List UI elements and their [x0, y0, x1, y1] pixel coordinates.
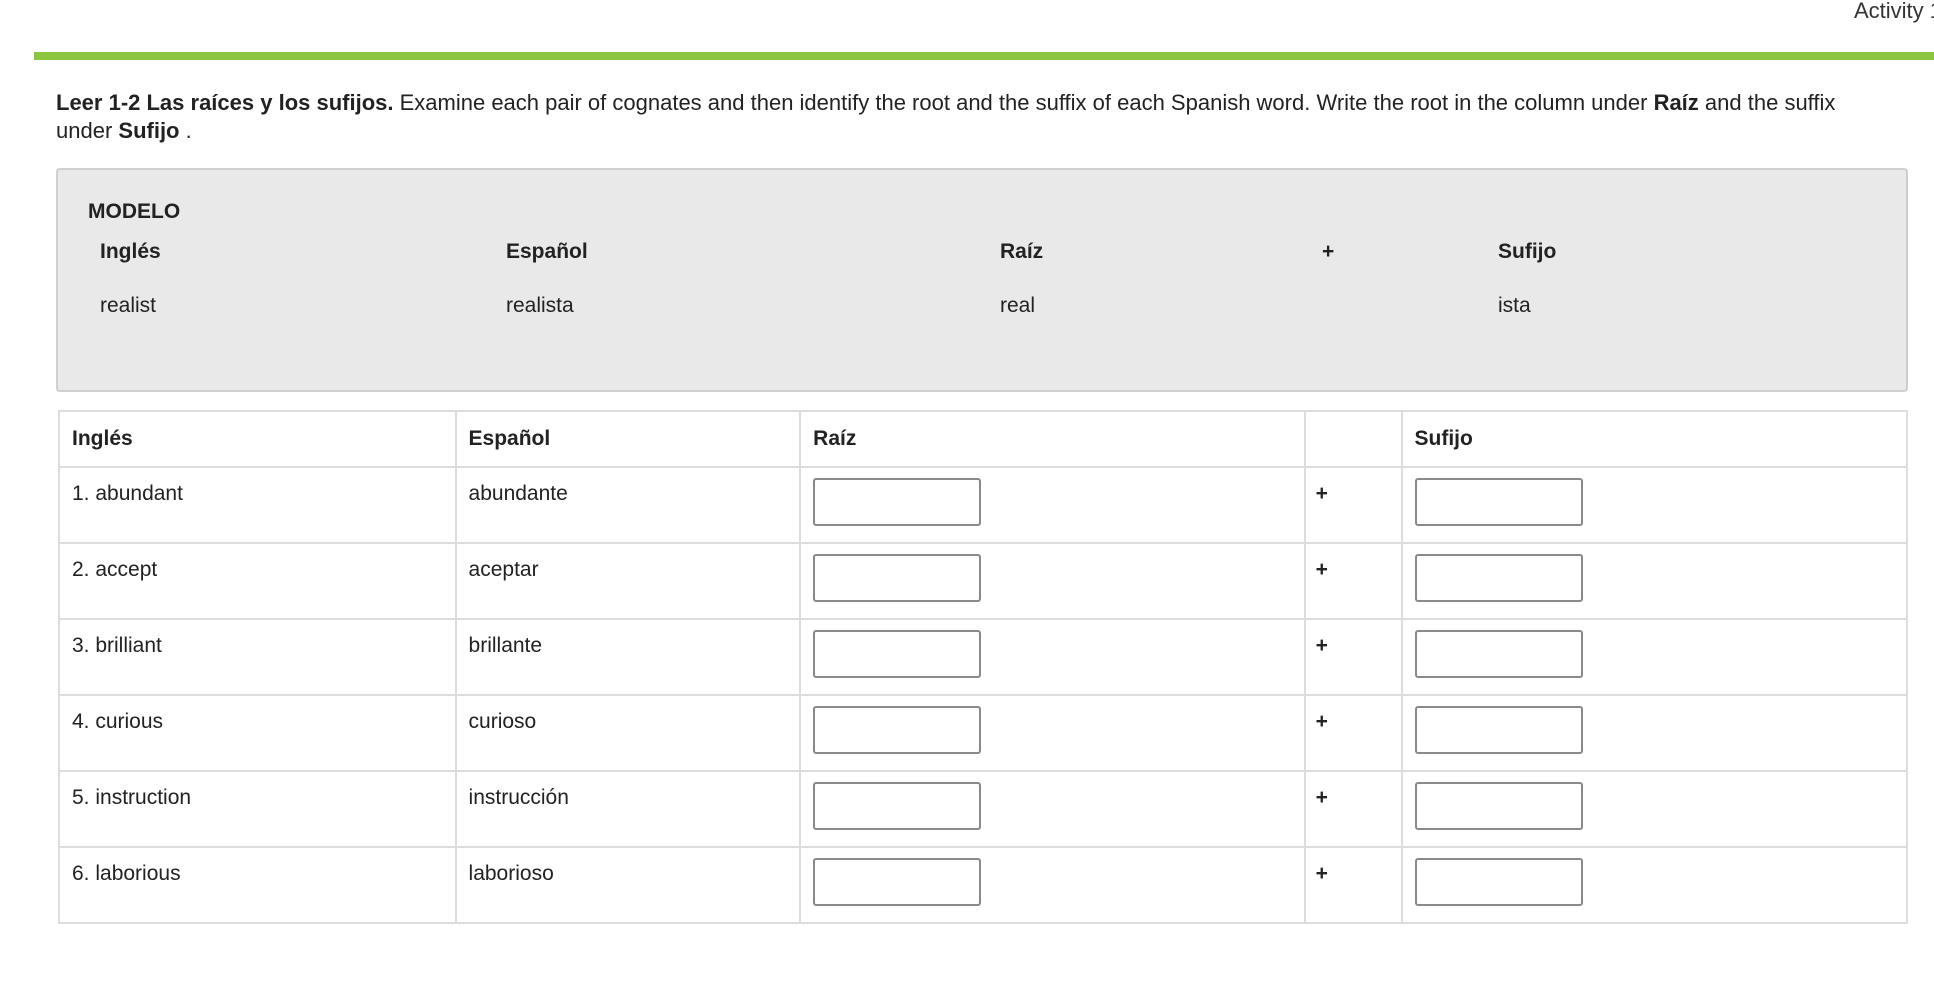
modelo-example-raiz: real: [1000, 294, 1036, 317]
cell-espanol: abundante: [454, 466, 802, 544]
modelo-header-plus: +: [1322, 240, 1335, 263]
cell-sufijo: [1400, 770, 1909, 848]
cell-raiz: [799, 542, 1306, 620]
modelo-panel: MODELO Inglés Español Raíz + Sufijo real…: [56, 168, 1908, 392]
cell-sufijo: [1400, 542, 1909, 620]
plus-sign: +: [1303, 694, 1403, 772]
sufijo-input[interactable]: [1414, 478, 1583, 526]
table-row: 4. curious curioso +: [58, 694, 1909, 772]
table-row: 1. abundant abundante +: [58, 466, 1909, 544]
plus-sign: +: [1303, 846, 1403, 924]
cell-espanol: laborioso: [454, 846, 802, 924]
modelo-header-espanol: Español: [506, 240, 588, 263]
instructions: Leer 1-2 Las raíces y los sufijos. Exami…: [56, 89, 1896, 145]
sufijo-input[interactable]: [1414, 630, 1583, 678]
sufijo-input[interactable]: [1414, 706, 1583, 754]
sufijo-input[interactable]: [1414, 782, 1583, 830]
modelo-example-ingles: realist: [100, 294, 157, 317]
cell-sufijo: [1400, 466, 1909, 544]
raiz-input[interactable]: [813, 782, 982, 830]
table-row: 3. brilliant brillante +: [58, 618, 1909, 696]
modelo-header-ingles: Inglés: [100, 240, 161, 263]
cell-ingles: 2. accept: [58, 542, 457, 620]
raiz-input[interactable]: [813, 858, 982, 906]
modelo-header-sufijo: Sufijo: [1498, 240, 1557, 263]
cell-raiz: [799, 846, 1306, 924]
cell-espanol: brillante: [454, 618, 802, 696]
plus-sign: +: [1303, 542, 1403, 620]
cell-espanol: curioso: [454, 694, 802, 772]
cell-ingles: 1. abundant: [58, 466, 457, 544]
cell-ingles: 5. instruction: [58, 770, 457, 848]
table-row: 6. laborious laborioso +: [58, 846, 1909, 924]
sufijo-input[interactable]: [1414, 554, 1583, 602]
instructions-sufijo: Sufijo: [118, 118, 180, 143]
column-header-sufijo: Sufijo: [1400, 410, 1909, 468]
plus-sign: +: [1303, 770, 1403, 848]
cell-espanol: instrucción: [454, 770, 802, 848]
cell-raiz: [799, 466, 1306, 544]
cell-raiz: [799, 770, 1306, 848]
column-header-espanol: Español: [454, 410, 802, 468]
plus-sign: +: [1303, 466, 1403, 544]
cognates-table: Inglés Español Raíz Sufijo 1. abundant a…: [58, 410, 1909, 924]
modelo-title: MODELO: [88, 200, 181, 223]
instructions-text-1: Examine each pair of cognates and then i…: [393, 90, 1654, 115]
instructions-raiz: Raíz: [1653, 90, 1699, 115]
column-header-blank: [1303, 410, 1403, 468]
instructions-title: Leer 1-2 Las raíces y los sufijos.: [56, 90, 394, 115]
cell-sufijo: [1400, 846, 1909, 924]
column-header-raiz: Raíz: [799, 410, 1306, 468]
cell-raiz: [799, 694, 1306, 772]
instructions-text-3: .: [179, 118, 192, 143]
raiz-input[interactable]: [813, 478, 982, 526]
column-header-ingles: Inglés: [58, 410, 457, 468]
plus-sign: +: [1303, 618, 1403, 696]
sufijo-input[interactable]: [1414, 858, 1583, 906]
raiz-input[interactable]: [813, 706, 982, 754]
cell-sufijo: [1400, 694, 1909, 772]
cell-ingles: 3. brilliant: [58, 618, 457, 696]
modelo-header-raiz: Raíz: [1000, 240, 1044, 263]
cell-sufijo: [1400, 618, 1909, 696]
modelo-example-sufijo: ista: [1498, 294, 1531, 317]
activity-label: Activity 1: [1854, 0, 1934, 23]
cell-raiz: [799, 618, 1306, 696]
cell-ingles: 4. curious: [58, 694, 457, 772]
raiz-input[interactable]: [813, 630, 982, 678]
table-row: 5. instruction instrucción +: [58, 770, 1909, 848]
table-row: 2. accept aceptar +: [58, 542, 1909, 620]
accent-divider: [34, 52, 1934, 60]
table-header-row: Inglés Español Raíz Sufijo: [58, 410, 1909, 468]
raiz-input[interactable]: [813, 554, 982, 602]
cell-espanol: aceptar: [454, 542, 802, 620]
cell-ingles: 6. laborious: [58, 846, 457, 924]
modelo-example-espanol: realista: [506, 294, 574, 317]
